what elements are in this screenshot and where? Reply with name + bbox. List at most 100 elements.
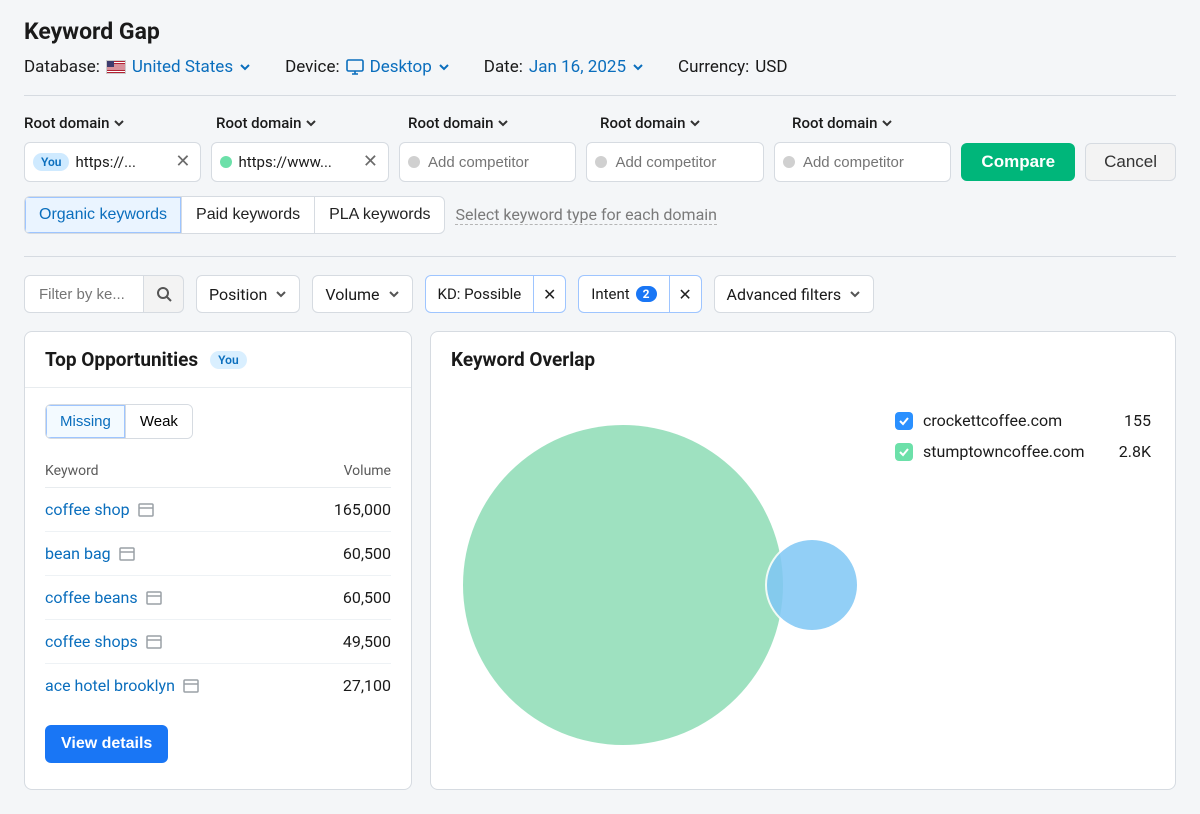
domain-color-dot	[595, 156, 607, 168]
date-value: Jan 16, 2025	[529, 57, 626, 77]
compare-button[interactable]: Compare	[961, 143, 1075, 181]
checkbox-icon[interactable]	[895, 412, 913, 430]
volume-value: 60,500	[343, 588, 391, 607]
top-opportunities-card: Top Opportunities You Missing Weak Keywo…	[24, 331, 412, 790]
advanced-filters[interactable]: Advanced filters	[714, 275, 875, 313]
domain-type-select-2[interactable]: Root domain	[408, 114, 590, 132]
volume-filter[interactable]: Volume	[312, 275, 412, 313]
filter-keyword-field[interactable]	[37, 285, 137, 304]
database-label: Database:	[24, 57, 100, 77]
venn-circle-crockett	[767, 540, 857, 630]
table-row: bean bag 60,500	[45, 532, 391, 576]
select-type-per-domain-link[interactable]: Select keyword type for each domain	[455, 205, 717, 225]
keyword-link[interactable]: coffee beans	[45, 588, 162, 607]
currency-display: Currency: USD	[678, 57, 788, 77]
keyword-overlap-card: Keyword Overlap crockettcoffee.com 155	[430, 331, 1176, 790]
keyword-link[interactable]: ace hotel brooklyn	[45, 676, 199, 695]
keyword-link[interactable]: bean bag	[45, 544, 135, 563]
keyword-link[interactable]: coffee shop	[45, 500, 154, 519]
competitor-field[interactable]	[613, 153, 754, 172]
legend-domain: stumptowncoffee.com	[923, 442, 1085, 461]
database-value: United States	[132, 57, 233, 77]
clear-icon[interactable]: ✕	[361, 153, 380, 171]
domain-color-dot	[408, 156, 420, 168]
domain-input-4[interactable]	[774, 142, 951, 182]
currency-label: Currency:	[678, 57, 749, 77]
filter-keyword-input[interactable]	[24, 275, 144, 313]
chevron-down-icon	[388, 288, 400, 300]
device-selector[interactable]: Device: Desktop	[285, 57, 450, 77]
volume-value: 49,500	[343, 632, 391, 651]
volume-value: 27,100	[343, 676, 391, 695]
tab-pla-keywords[interactable]: PLA keywords	[315, 197, 444, 233]
chevron-down-icon	[305, 117, 317, 129]
legend-item[interactable]: crockettcoffee.com 155	[895, 411, 1151, 430]
page-title: Keyword Gap	[24, 18, 1176, 45]
legend-item[interactable]: stumptowncoffee.com 2.8K	[895, 442, 1151, 461]
table-row: coffee shop 165,000	[45, 488, 391, 532]
domain-input-2[interactable]	[399, 142, 576, 182]
tab-paid-keywords[interactable]: Paid keywords	[182, 197, 315, 233]
intent-count-badge: 2	[636, 286, 657, 302]
serp-icon[interactable]	[146, 591, 162, 605]
serp-icon[interactable]	[183, 679, 199, 693]
remove-intent-filter-icon[interactable]: ✕	[669, 276, 701, 312]
chevron-down-icon	[632, 61, 644, 73]
kd-filter-chip[interactable]: KD: Possible ✕	[425, 275, 567, 313]
col-keyword: Keyword	[45, 463, 99, 479]
table-row: ace hotel brooklyn 27,100	[45, 664, 391, 707]
venn-diagram	[455, 405, 875, 765]
opportunities-title: Top Opportunities	[45, 348, 198, 371]
col-volume: Volume	[344, 463, 391, 479]
chevron-down-icon	[881, 117, 893, 129]
view-details-button[interactable]: View details	[45, 725, 168, 763]
keyword-link[interactable]: coffee shops	[45, 632, 162, 651]
tab-organic-keywords[interactable]: Organic keywords	[25, 197, 182, 233]
missing-weak-segment: Missing Weak	[45, 404, 193, 439]
domain-input-1[interactable]: https://www... ✕	[211, 142, 388, 182]
cancel-button[interactable]: Cancel	[1085, 143, 1176, 181]
clear-icon[interactable]: ✕	[173, 153, 192, 171]
search-icon	[156, 286, 172, 302]
domain-type-select-3[interactable]: Root domain	[600, 114, 782, 132]
domain-input-3[interactable]	[586, 142, 763, 182]
serp-icon[interactable]	[138, 503, 154, 517]
filter-search-button[interactable]	[144, 275, 184, 313]
domain-url: https://...	[75, 153, 167, 171]
table-row: coffee shops 49,500	[45, 620, 391, 664]
database-selector[interactable]: Database: United States	[24, 57, 251, 77]
checkbox-icon[interactable]	[895, 443, 913, 461]
you-badge: You	[210, 351, 246, 369]
volume-value: 165,000	[334, 500, 391, 519]
date-selector[interactable]: Date: Jan 16, 2025	[484, 57, 644, 77]
venn-circle-stumptown	[463, 425, 783, 745]
currency-value: USD	[755, 57, 787, 77]
position-filter[interactable]: Position	[196, 275, 300, 313]
legend-domain: crockettcoffee.com	[923, 411, 1062, 430]
overlap-title: Keyword Overlap	[451, 348, 595, 371]
domain-type-select-1[interactable]: Root domain	[216, 114, 398, 132]
domain-color-dot	[220, 156, 232, 168]
serp-icon[interactable]	[119, 547, 135, 561]
domain-url: https://www...	[238, 153, 354, 171]
remove-kd-filter-icon[interactable]: ✕	[533, 276, 565, 312]
tab-missing[interactable]: Missing	[46, 405, 126, 438]
domain-type-select-4[interactable]: Root domain	[792, 114, 974, 132]
us-flag-icon	[106, 60, 126, 74]
domain-input-0[interactable]: You https://... ✕	[24, 142, 201, 182]
chevron-down-icon	[497, 117, 509, 129]
domain-color-dot	[783, 156, 795, 168]
chevron-down-icon	[239, 61, 251, 73]
tab-weak[interactable]: Weak	[126, 405, 192, 438]
competitor-field[interactable]	[426, 153, 567, 172]
chevron-down-icon	[275, 288, 287, 300]
meta-row: Database: United States Device: Desktop …	[24, 57, 1176, 96]
date-label: Date:	[484, 57, 523, 77]
overlap-legend: crockettcoffee.com 155 stumptowncoffee.c…	[895, 405, 1151, 765]
intent-filter-chip[interactable]: Intent 2 ✕	[578, 275, 701, 313]
legend-count: 155	[1124, 411, 1151, 430]
serp-icon[interactable]	[146, 635, 162, 649]
competitor-field[interactable]	[801, 153, 942, 172]
volume-value: 60,500	[343, 544, 391, 563]
domain-type-select-0[interactable]: Root domain	[24, 114, 206, 132]
